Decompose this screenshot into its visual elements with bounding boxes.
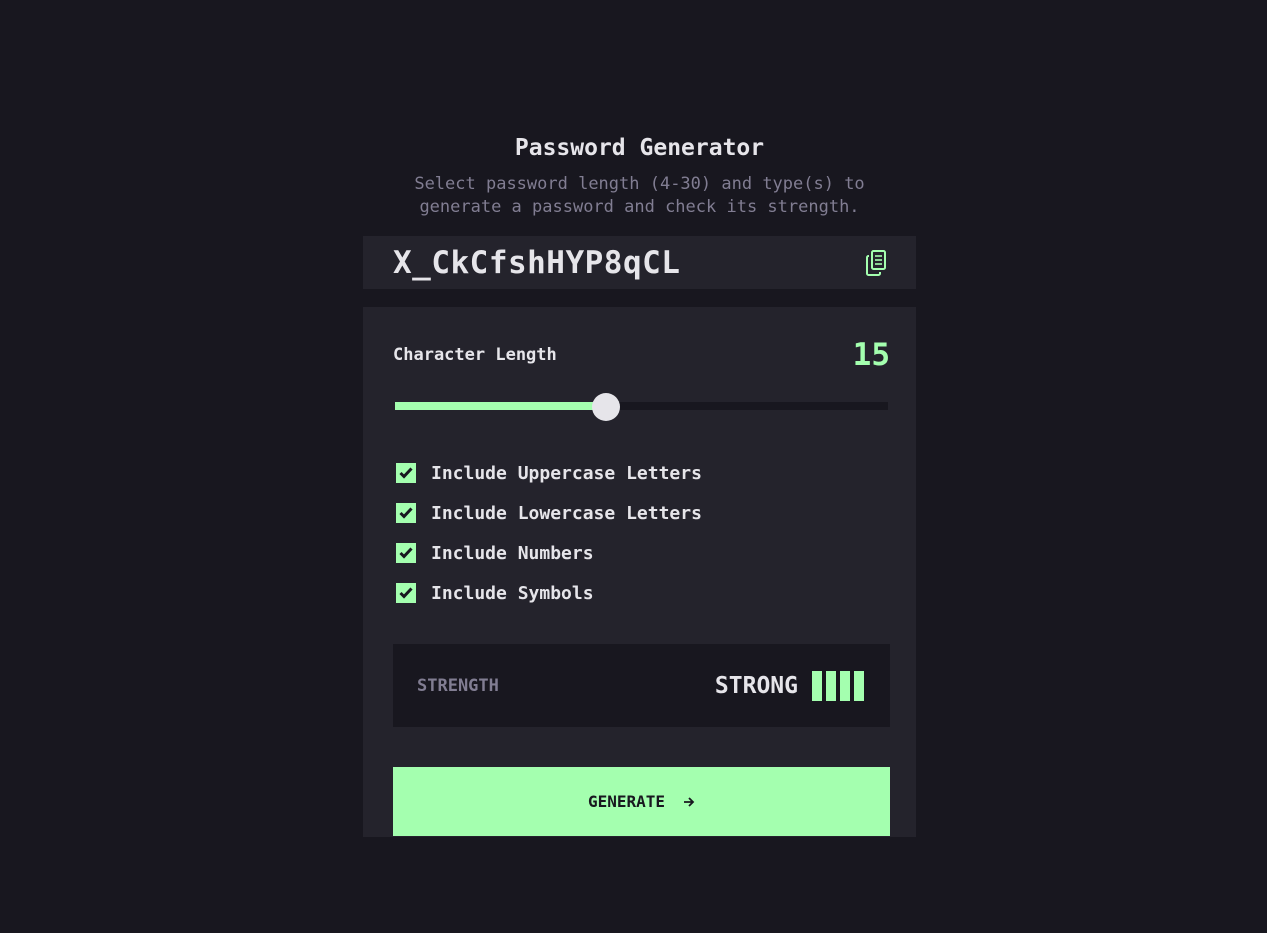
strength-label: STRENGTH (417, 675, 499, 696)
strength-indicator: STRONG (714, 670, 864, 701)
copy-icon[interactable] (864, 249, 888, 277)
option-label: Include Lowercase Letters (431, 502, 702, 524)
checkbox-checked-icon[interactable] (396, 543, 416, 563)
strength-bar (826, 670, 836, 701)
strength-meter: STRENGTH STRONG (393, 644, 890, 727)
options-list: Include Uppercase Letters Include Lowerc… (393, 453, 890, 613)
option-label: Include Symbols (431, 582, 594, 604)
option-label: Include Numbers (431, 542, 594, 564)
length-label: Character Length (393, 345, 557, 365)
length-value: 15 (852, 337, 890, 373)
checkbox-checked-icon[interactable] (396, 583, 416, 603)
option-label: Include Uppercase Letters (431, 462, 702, 484)
strength-value: STRONG (714, 672, 798, 699)
option-symbols[interactable]: Include Symbols (393, 573, 890, 613)
generate-button[interactable]: GENERATE (393, 767, 890, 836)
page-subtitle: Select password length (4-30) and type(s… (414, 174, 865, 217)
page-title: Password Generator (514, 135, 765, 161)
checkbox-checked-icon[interactable] (396, 463, 416, 483)
option-numbers[interactable]: Include Numbers (393, 533, 890, 573)
generate-label: GENERATE (587, 792, 666, 811)
option-lowercase[interactable]: Include Lowercase Letters (393, 493, 890, 533)
slider-thumb[interactable] (592, 393, 620, 421)
arrow-right-icon (683, 796, 695, 808)
strength-bars (812, 670, 864, 701)
checkbox-checked-icon[interactable] (396, 503, 416, 523)
slider-fill (395, 402, 606, 410)
option-uppercase[interactable]: Include Uppercase Letters (393, 453, 890, 493)
length-slider[interactable] (393, 393, 888, 421)
strength-bar (854, 670, 864, 701)
password-output: X_CkCfshHYP8qCL (363, 236, 916, 289)
strength-bar (840, 670, 850, 701)
password-generator-app: Password Generator Select password lengt… (363, 133, 916, 837)
strength-bar (812, 670, 822, 701)
password-text: X_CkCfshHYP8qCL (393, 244, 681, 281)
length-row: Character Length 15 (393, 337, 890, 373)
settings-panel: Character Length 15 Include Uppercase Le… (363, 307, 916, 837)
